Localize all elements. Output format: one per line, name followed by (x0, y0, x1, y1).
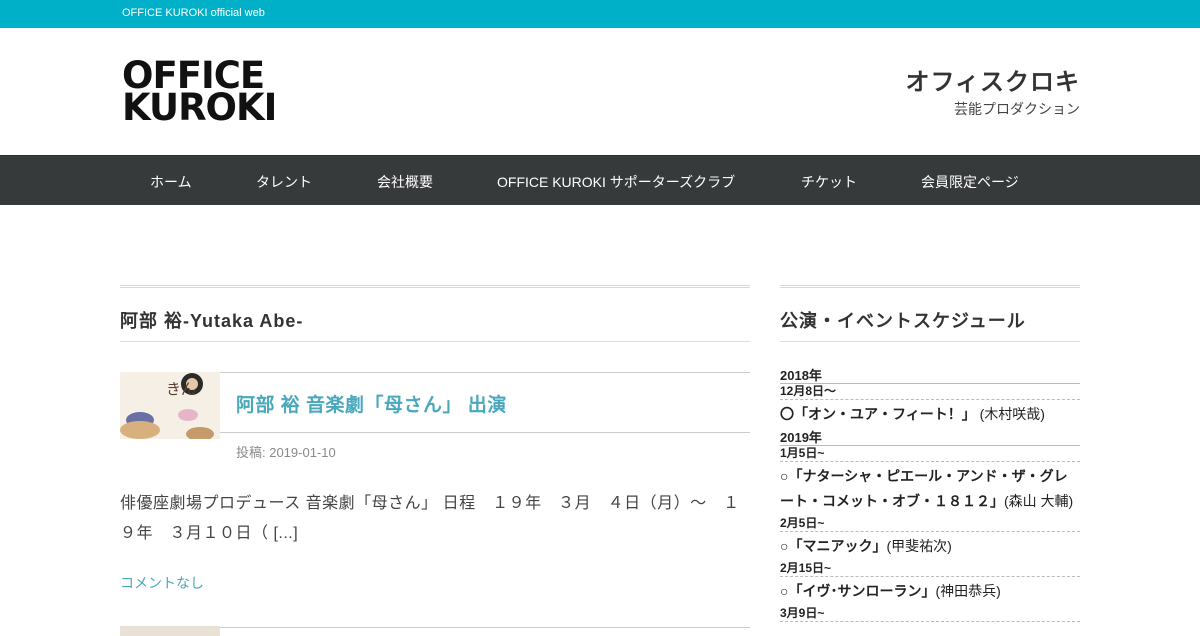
event-title: ○「イヴ･サンローラン」 (780, 583, 936, 599)
post-item: きん 阿部 裕 音楽劇「母さん」 出演 投稿: 2019-01-10 俳優座劇場… (120, 372, 750, 593)
schedule-list: 2018年 12月8日〜 〇「オン・ユア・フィート！」 (木村咲哉) 2019年… (780, 367, 1080, 622)
post-thumbnail[interactable]: きん (120, 372, 220, 439)
comments-link[interactable]: コメントなし (120, 573, 204, 593)
thumbnail-text: きん (166, 380, 196, 398)
nav-item-home[interactable]: ホーム (150, 172, 192, 192)
main-content: 阿部 裕-Yutaka Abe- きん 阿部 裕 音楽劇「母さん」 出演 投稿:… (120, 285, 750, 636)
nav-item-talent[interactable]: タレント (256, 172, 312, 192)
sidebar: 公演・イベントスケジュール 2018年 12月8日〜 〇「オン・ユア・フィート！… (780, 285, 1080, 622)
top-bar: OFFICE KUROKI official web (0, 0, 1200, 28)
site-header: OFFICE KUROKI オフィスクロキ 芸能プロダクション (0, 28, 1200, 155)
next-post-rule (220, 627, 750, 628)
schedule-year: 2018年 (780, 367, 1080, 384)
nav-item-ticket[interactable]: チケット (801, 172, 857, 192)
schedule-date: 2月15日~ (780, 561, 1080, 577)
page-title: 阿部 裕-Yutaka Abe- (120, 288, 750, 342)
schedule-event[interactable]: ○「マニアック」(甲斐祐次) (780, 532, 1080, 561)
post-title-link[interactable]: 阿部 裕 音楽劇「母さん」 出演 (236, 395, 507, 416)
logo-line-2: KUROKI (122, 86, 277, 129)
nav-item-members[interactable]: 会員限定ページ (921, 172, 1019, 192)
nav-item-company[interactable]: 会社概要 (377, 172, 433, 192)
event-title: ○「マニアック」 (780, 538, 887, 554)
schedule-date: 2月5日~ (780, 516, 1080, 532)
site-logo[interactable]: OFFICE KUROKI (122, 57, 277, 129)
topbar-text: OFFICE KUROKI official web (122, 7, 265, 19)
event-person: (甲斐祐次) (886, 538, 952, 554)
event-person: (木村咲哉) (975, 406, 1045, 422)
event-title: 〇「オン・ユア・フィート！」 (780, 406, 976, 422)
nav-item-supporters-club[interactable]: OFFICE KUROKI サポーターズクラブ (497, 172, 735, 192)
schedule-widget-title: 公演・イベントスケジュール (780, 288, 1080, 342)
event-person: (神田恭兵) (935, 583, 1001, 599)
next-post-thumbnail[interactable] (120, 626, 220, 636)
schedule-date: 12月8日〜 (780, 384, 1080, 400)
site-name[interactable]: オフィスクロキ (905, 62, 1080, 97)
schedule-event[interactable]: ○「ナターシャ・ピエール・アンド・ザ・グレート・コメット・オブ・１８１２」(森山… (780, 462, 1080, 516)
main-nav: ホーム タレント 会社概要 OFFICE KUROKI サポーターズクラブ チケ… (0, 155, 1200, 205)
event-person: (森山 大輔) (1004, 493, 1074, 509)
schedule-date: 1月5日~ (780, 446, 1080, 462)
site-subtitle: 芸能プロダクション (954, 101, 1080, 117)
post-date: 投稿: 2019-01-10 (236, 445, 336, 460)
thumbnail-image: きん (120, 372, 220, 439)
schedule-event[interactable]: ○「イヴ･サンローラン」(神田恭兵) (780, 577, 1080, 606)
schedule-date: 3月9日~ (780, 606, 1080, 622)
post-title-block: 阿部 裕 音楽劇「母さん」 出演 (220, 372, 750, 433)
schedule-event[interactable]: 〇「オン・ユア・フィート！」 (木村咲哉) (780, 400, 1080, 429)
post-excerpt: 俳優座劇場プロデュース 音楽劇「母さん」 日程 １９年 ３月 ４日（月）～ １９… (120, 495, 740, 542)
schedule-year: 2019年 (780, 429, 1080, 446)
